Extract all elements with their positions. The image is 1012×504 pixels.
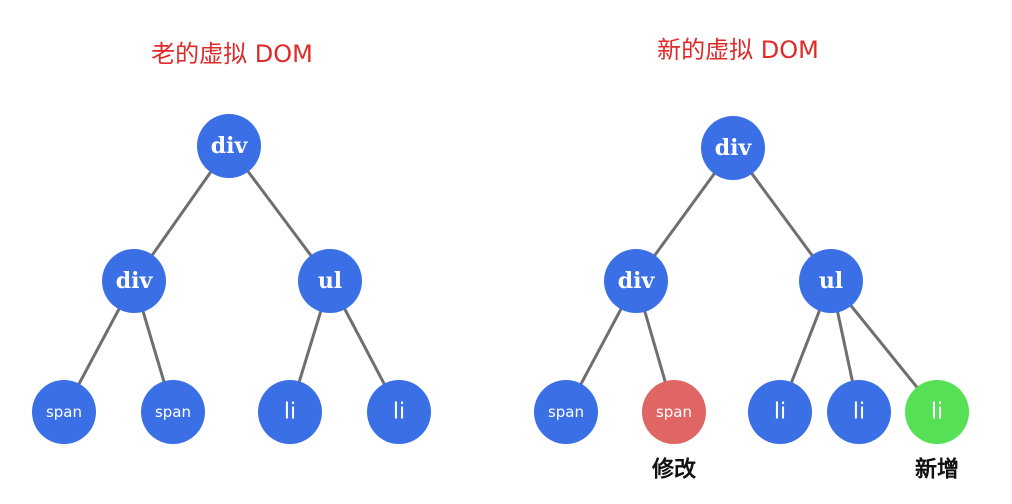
- new-node-span-2-modified: span: [642, 380, 706, 444]
- old-node-span-2: span: [141, 380, 205, 444]
- new-node-span-1: span: [534, 380, 598, 444]
- old-node-li-1: li: [258, 380, 322, 444]
- new-tree: 新的虚拟 DOM div div ul span span li li li 修…: [534, 36, 969, 483]
- old-tree: 老的虚拟 DOM div div ul span span li li: [32, 40, 431, 444]
- new-node-li-1-label: li: [774, 400, 786, 425]
- old-node-li-2: li: [367, 380, 431, 444]
- new-node-right-label: ul: [819, 268, 843, 294]
- old-node-li-1-label: li: [284, 400, 296, 425]
- new-node-li-3-added: li: [905, 380, 969, 444]
- new-node-right: ul: [799, 249, 863, 313]
- new-node-span-2-label: span: [656, 403, 692, 421]
- new-node-li-2: li: [827, 380, 891, 444]
- new-node-li-3-label: li: [931, 400, 943, 425]
- added-annotation: 新增: [915, 457, 959, 483]
- old-node-root: div: [197, 114, 261, 178]
- new-node-li-1: li: [748, 380, 812, 444]
- old-node-left-label: div: [116, 268, 154, 294]
- old-node-span-2-label: span: [155, 403, 191, 421]
- modified-annotation: 修改: [651, 457, 697, 483]
- old-node-li-2-label: li: [393, 400, 405, 425]
- new-node-li-2-label: li: [853, 400, 865, 425]
- new-node-root: div: [701, 116, 765, 180]
- new-node-left: div: [604, 249, 668, 313]
- virtual-dom-diff-diagram: 老的虚拟 DOM div div ul span span li li 新的虚拟…: [32, 36, 969, 483]
- old-node-root-label: div: [211, 133, 249, 159]
- new-tree-title: 新的虚拟 DOM: [657, 36, 819, 64]
- old-node-right: ul: [298, 249, 362, 313]
- old-node-right-label: ul: [318, 268, 342, 294]
- new-node-span-1-label: span: [548, 403, 584, 421]
- old-node-span-1: span: [32, 380, 96, 444]
- old-tree-title: 老的虚拟 DOM: [151, 40, 313, 68]
- old-node-span-1-label: span: [46, 403, 82, 421]
- new-node-root-label: div: [715, 135, 753, 161]
- old-node-left: div: [102, 249, 166, 313]
- new-node-left-label: div: [618, 268, 656, 294]
